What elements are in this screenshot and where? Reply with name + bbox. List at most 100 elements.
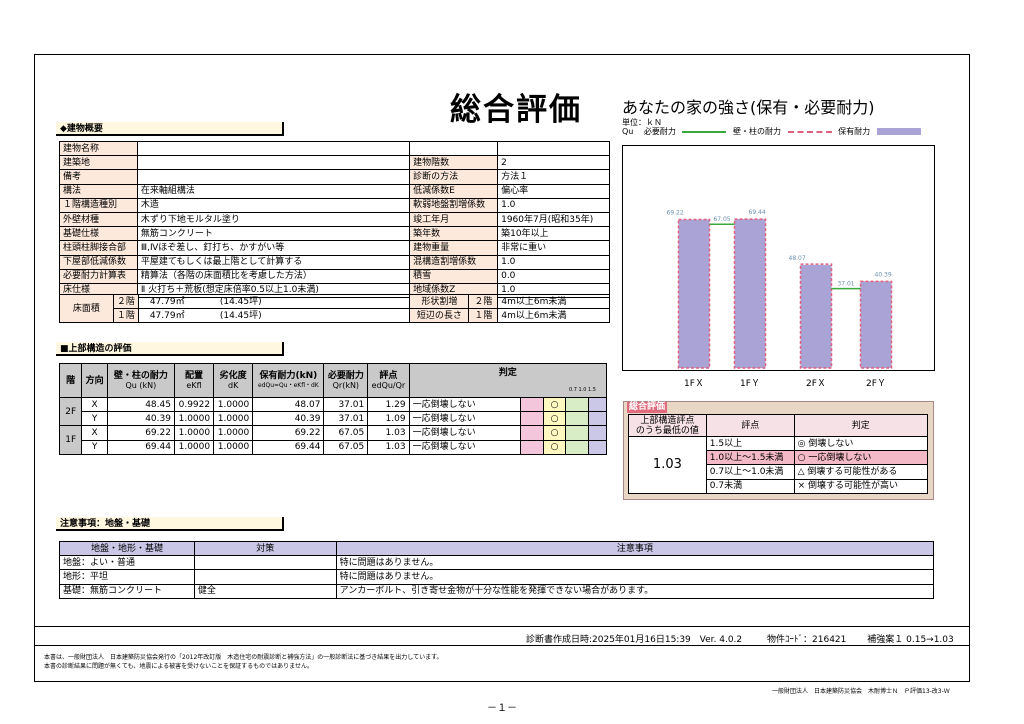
unit-label: 単位：ｋＮ bbox=[622, 118, 662, 127]
upper-section-title: ■上部構造の評価 bbox=[56, 342, 284, 356]
building-value-2: 2 bbox=[497, 155, 610, 171]
dir-cell: Y bbox=[81, 439, 108, 455]
building-value: Ⅲ,Ⅳほぞ差し、釘打ち、かすがい等 bbox=[136, 240, 411, 256]
building-label: 建物名称 bbox=[59, 140, 138, 157]
building-value: 木ずり下地モルタル塗り bbox=[136, 211, 411, 228]
floor1-area: 47.79㎡ (14.45坪) bbox=[137, 308, 411, 324]
building-value bbox=[136, 155, 411, 171]
building-row: １階構造種別 木造 軟弱地盤割増係数 1.0 bbox=[59, 197, 610, 213]
notes-table: 地盤・地形・基礎 対策 注意事項 地盤：よい・普通 特に問題はありません。 地形：平… bbox=[59, 540, 935, 599]
judge-band-top bbox=[587, 439, 608, 455]
judge-band-top bbox=[587, 425, 608, 441]
dir-cell: Y bbox=[81, 411, 108, 427]
hdr-wall-label: 壁・柱の耐力 bbox=[113, 370, 168, 381]
footer-divider bbox=[34, 626, 970, 627]
notes-measure bbox=[193, 569, 337, 585]
category-label: 2FＹ bbox=[866, 379, 886, 389]
building-label: 構法 bbox=[59, 183, 138, 199]
qu-cell: 40.39 bbox=[106, 411, 175, 427]
hdr-layout-sub: eKfl bbox=[186, 380, 202, 390]
legend-need-line-icon bbox=[682, 130, 727, 133]
hdr-need: 必要耐力 Qr(kN) bbox=[323, 363, 369, 398]
legend-need: 必要耐力 bbox=[643, 127, 676, 136]
overall-judge: × 倒壊する可能性が高い bbox=[793, 478, 929, 494]
overall-min-score: 1.03 bbox=[628, 436, 707, 494]
notes-ground: 地形：平坦 bbox=[59, 569, 195, 585]
building-label-2: 築年数 bbox=[409, 226, 499, 242]
score-cell: 1.03 bbox=[367, 439, 410, 455]
hold-value-label: 40.39 bbox=[875, 271, 892, 278]
need-cell: 67.05 bbox=[323, 425, 369, 441]
overall-hdr-judge: 判定 bbox=[793, 414, 929, 437]
notes-row: 地盤：よい・普通 特に問題はありません。 bbox=[59, 555, 935, 571]
building-value: 精算法（各階の床面積比を考慮した方法） bbox=[136, 268, 411, 284]
hold-value-label: 69.22 bbox=[667, 210, 684, 217]
hdr-hold-sub: edQu=Qu・eKfl・dK bbox=[258, 381, 319, 389]
overall-judge: ◎ 倒壊しない bbox=[793, 435, 929, 452]
notes-measure bbox=[193, 555, 337, 571]
ek-cell: 1.0000 bbox=[173, 411, 215, 427]
overall-hdr-min-b: のうち最低の値 bbox=[635, 425, 699, 436]
floor-cell: 2F bbox=[58, 396, 83, 427]
hdr-dir: 方向 bbox=[81, 363, 108, 398]
building-value-2 bbox=[497, 140, 610, 157]
overall-judge: △ 倒壊する可能性がある bbox=[793, 464, 929, 480]
short-floor: １階 bbox=[468, 308, 499, 324]
ek-cell: 1.0000 bbox=[173, 439, 215, 455]
building-label: 下屋部低減係数 bbox=[59, 254, 138, 270]
judge-band-high bbox=[565, 396, 589, 413]
judge-mark-cell: ○ bbox=[542, 411, 567, 427]
judge-band-top bbox=[587, 396, 608, 413]
hdr-score-label: 評点 bbox=[379, 370, 398, 381]
notes-hdr-measure: 対策 bbox=[193, 540, 337, 557]
judge-cell: 一応倒壊しない bbox=[408, 425, 522, 441]
building-label-2: 積雪 bbox=[409, 268, 499, 284]
floor1-tsubo: (14.45坪) bbox=[219, 310, 262, 321]
judge-cell: 一応倒壊しない bbox=[408, 411, 522, 427]
footer-credit: 一般財団法人 日本建築防災協会 木耐博士Ｎ Ｐ評価13-改3-Ｗ bbox=[772, 688, 950, 695]
dir-cell: X bbox=[81, 396, 108, 413]
judge-band-high bbox=[565, 411, 589, 427]
overall-row: 1.03 1.5以上 ◎ 倒壊しない bbox=[628, 435, 929, 494]
page-title: 総合評価 bbox=[450, 92, 582, 128]
judge-cell: 一応倒壊しない bbox=[408, 439, 522, 455]
building-value-2: 非常に重い bbox=[497, 240, 610, 256]
hold-value-label: 48.07 bbox=[789, 255, 806, 262]
floor1-area-value: 47.79㎡ bbox=[149, 310, 185, 321]
upper-row: Y 40.39 1.0000 1.0000 40.39 37.01 1.09 一応倒壊しない ○ bbox=[60, 411, 608, 427]
footer-divider-2 bbox=[34, 645, 970, 646]
hdr-floor: 階 bbox=[58, 363, 83, 398]
score-cell: 1.09 bbox=[367, 411, 410, 427]
building-value bbox=[136, 140, 411, 157]
hdr-wall-sub: Qu (kN) bbox=[125, 380, 157, 390]
building-row: 必要耐力計算表 精算法（各階の床面積比を考慮した方法） 積雪 0.0 bbox=[59, 268, 610, 284]
legend-wall: 壁・柱の耐力 bbox=[733, 127, 782, 136]
judge-band-low bbox=[520, 411, 544, 427]
building-value: 平屋建てもしくは最上階として計算する bbox=[136, 254, 411, 270]
building-label-2: 混構造割増係数 bbox=[409, 254, 499, 270]
hdr-layout-label: 配置 bbox=[185, 370, 204, 381]
judge-band-low bbox=[520, 425, 544, 441]
short-value: 4m以上6m未満 bbox=[497, 308, 610, 324]
judge-band-high bbox=[565, 439, 589, 455]
upper-row: 1F X 69.22 1.0000 1.0000 69.22 67.05 1.03 一応倒壊しな… bbox=[58, 425, 608, 455]
overall-hdr-score: 評点 bbox=[705, 414, 795, 437]
building-value-2: 築10年以上 bbox=[497, 226, 610, 242]
short-label: 短辺の長さ bbox=[409, 308, 470, 324]
footer-code: 物件ｺｰﾄﾞ：216421 bbox=[767, 635, 847, 645]
judge-cell: 一応倒壊しない bbox=[408, 396, 522, 413]
building-value bbox=[136, 169, 411, 185]
judge-scale: 0.7 1.0 1.5 bbox=[568, 387, 596, 393]
notes-ground: 地盤：よい・普通 bbox=[59, 555, 195, 571]
building-row: 建築地 建物階数 2 bbox=[59, 155, 610, 171]
overall-hdr-min: 上部構造評点 のうち最低の値 bbox=[628, 414, 707, 437]
need-value-label: 37.01 bbox=[837, 281, 854, 288]
legend-wall-line-icon bbox=[787, 130, 832, 133]
building-value-2: 偏心率 bbox=[497, 183, 610, 199]
notes-hdr-caution: 注意事項 bbox=[335, 540, 935, 557]
judge-mark-cell: ○ bbox=[542, 425, 567, 441]
hdr-deg-sub: dK bbox=[228, 380, 239, 390]
hold-value-label: 69.44 bbox=[749, 209, 766, 216]
hold-cell: 48.07 bbox=[252, 396, 325, 413]
hdr-judge-label: 判定 bbox=[498, 368, 517, 378]
